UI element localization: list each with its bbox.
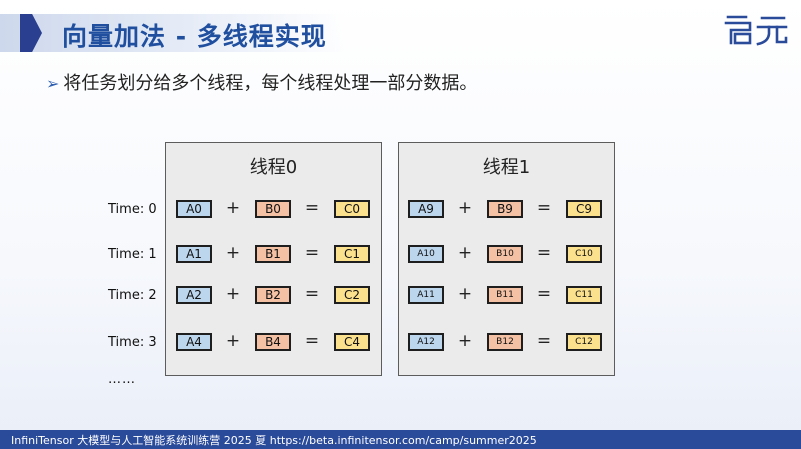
footer-bar: InfiniTensor 大模型与人工智能系统训练营 2025 夏 https:… bbox=[0, 430, 801, 449]
panel-title: 线程1 bbox=[482, 157, 531, 178]
cell-a: A4 bbox=[176, 333, 212, 351]
cell-b: B10 bbox=[487, 245, 523, 263]
equals-sign: = bbox=[304, 331, 320, 351]
cell-c: C12 bbox=[566, 333, 602, 351]
equals-sign: = bbox=[304, 284, 320, 304]
cell-b: B9 bbox=[487, 200, 523, 218]
footer-text: InfiniTensor 大模型与人工智能系统训练营 2025 夏 https:… bbox=[11, 434, 537, 447]
bullet-point: ➢ 将任务划分给多个线程，每个线程处理一部分数据。 bbox=[46, 69, 477, 95]
cell-a: A0 bbox=[176, 200, 212, 218]
plus-sign: + bbox=[225, 331, 241, 351]
cell-c: C10 bbox=[566, 245, 602, 263]
cell-a: A9 bbox=[408, 200, 444, 218]
cell-a: A11 bbox=[408, 286, 444, 304]
plus-sign: + bbox=[457, 243, 473, 263]
cell-c: C0 bbox=[334, 200, 370, 218]
equals-sign: = bbox=[536, 198, 552, 218]
brand-logo bbox=[722, 14, 788, 50]
cell-c: C1 bbox=[334, 245, 370, 263]
cell-c: C2 bbox=[334, 286, 370, 304]
time-label: Time: 1 bbox=[108, 247, 157, 262]
panel-title: 线程0 bbox=[249, 157, 298, 178]
cell-b: B2 bbox=[255, 286, 291, 304]
plus-sign: + bbox=[225, 243, 241, 263]
cell-c: C4 bbox=[334, 333, 370, 351]
plus-sign: + bbox=[457, 284, 473, 304]
time-label: Time: 2 bbox=[108, 288, 157, 303]
plus-sign: + bbox=[457, 198, 473, 218]
plus-sign: + bbox=[457, 331, 473, 351]
plus-sign: + bbox=[225, 198, 241, 218]
cell-b: B12 bbox=[487, 333, 523, 351]
time-label: Time: 3 bbox=[108, 335, 157, 350]
plus-sign: + bbox=[225, 284, 241, 304]
cell-b: B0 bbox=[255, 200, 291, 218]
ellipsis: …… bbox=[108, 372, 136, 387]
cell-a: A12 bbox=[408, 333, 444, 351]
equals-sign: = bbox=[536, 331, 552, 351]
equals-sign: = bbox=[536, 284, 552, 304]
time-label: Time: 0 bbox=[108, 202, 157, 217]
cell-a: A1 bbox=[176, 245, 212, 263]
equals-sign: = bbox=[304, 198, 320, 218]
bullet-arrow-icon: ➢ bbox=[46, 74, 60, 93]
cell-c: C11 bbox=[566, 286, 602, 304]
cell-b: B1 bbox=[255, 245, 291, 263]
slide-title: 向量加法 - 多线程实现 bbox=[62, 22, 327, 51]
cell-c: C9 bbox=[566, 200, 602, 218]
cell-a: A10 bbox=[408, 245, 444, 263]
cell-a: A2 bbox=[176, 286, 212, 304]
cell-b: B11 bbox=[487, 286, 523, 304]
bullet-text: 将任务划分给多个线程，每个线程处理一部分数据。 bbox=[63, 73, 478, 94]
equals-sign: = bbox=[304, 243, 320, 263]
cell-b: B4 bbox=[255, 333, 291, 351]
equals-sign: = bbox=[536, 243, 552, 263]
